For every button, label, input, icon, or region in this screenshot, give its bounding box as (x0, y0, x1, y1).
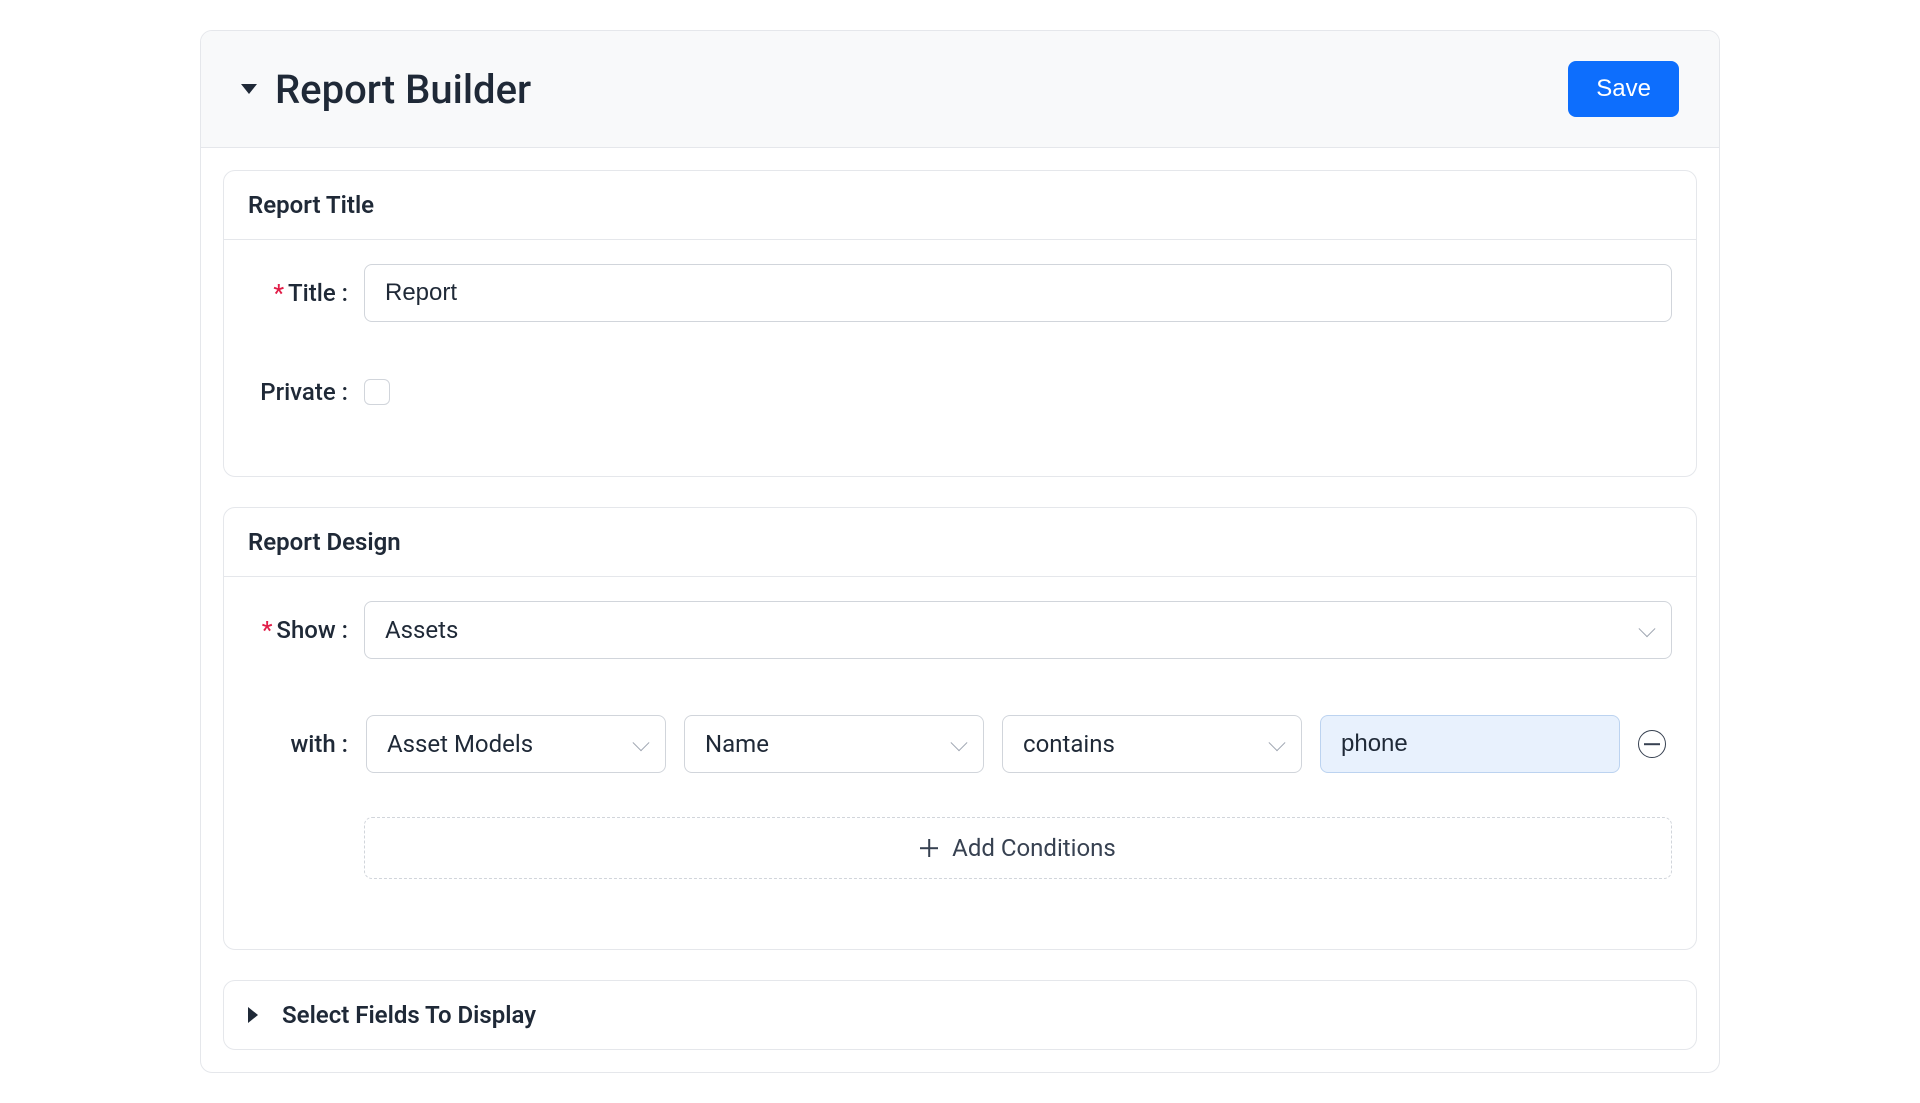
builder-header: Report Builder Save (201, 31, 1719, 148)
condition-category-value: Asset Models (387, 730, 533, 758)
private-row: Private : (248, 378, 1672, 406)
condition-field-value: Name (705, 730, 769, 758)
chevron-down-icon (1269, 734, 1286, 751)
chevron-down-icon (633, 734, 650, 751)
condition-row: with : Asset Models Name contains (248, 715, 1672, 773)
caret-down-icon (241, 84, 257, 94)
title-label: *Title : (248, 279, 348, 307)
save-button[interactable]: Save (1568, 61, 1679, 117)
section-heading-report-design: Report Design (224, 508, 1696, 577)
add-conditions-label: Add Conditions (952, 834, 1116, 862)
builder-title-toggle[interactable]: Report Builder (241, 66, 531, 113)
add-conditions-button[interactable]: Add Conditions (364, 817, 1672, 879)
select-fields-heading: Select Fields To Display (282, 1001, 536, 1029)
chevron-down-icon (1639, 620, 1656, 637)
condition-field-select[interactable]: Name (684, 715, 984, 773)
condition-category-select[interactable]: Asset Models (366, 715, 666, 773)
condition-operator-value: contains (1023, 730, 1115, 758)
remove-condition-button[interactable] (1638, 730, 1666, 758)
show-label: *Show : (248, 616, 348, 644)
condition-operator-select[interactable]: contains (1002, 715, 1302, 773)
required-asterisk-icon: * (262, 616, 273, 644)
caret-right-icon (248, 1007, 258, 1023)
report-design-section: Report Design *Show : Assets with : (223, 507, 1697, 950)
chevron-down-icon (951, 734, 968, 751)
show-select-value: Assets (385, 616, 458, 644)
select-fields-section-toggle[interactable]: Select Fields To Display (223, 980, 1697, 1050)
required-asterisk-icon: * (273, 279, 284, 307)
report-title-section: Report Title *Title : Private : (223, 170, 1697, 477)
builder-body: Report Title *Title : Private : (201, 148, 1719, 1072)
show-row: *Show : Assets (248, 601, 1672, 659)
show-select[interactable]: Assets (364, 601, 1672, 659)
condition-value-input[interactable] (1320, 715, 1620, 773)
title-input[interactable] (364, 264, 1672, 322)
plus-icon (920, 839, 938, 857)
private-checkbox[interactable] (364, 379, 390, 405)
with-label: with : (248, 730, 348, 758)
page-title: Report Builder (275, 66, 531, 113)
private-label: Private : (248, 378, 348, 406)
report-builder-card: Report Builder Save Report Title *Title … (200, 30, 1720, 1073)
section-heading-report-title: Report Title (224, 171, 1696, 240)
title-row: *Title : (248, 264, 1672, 322)
